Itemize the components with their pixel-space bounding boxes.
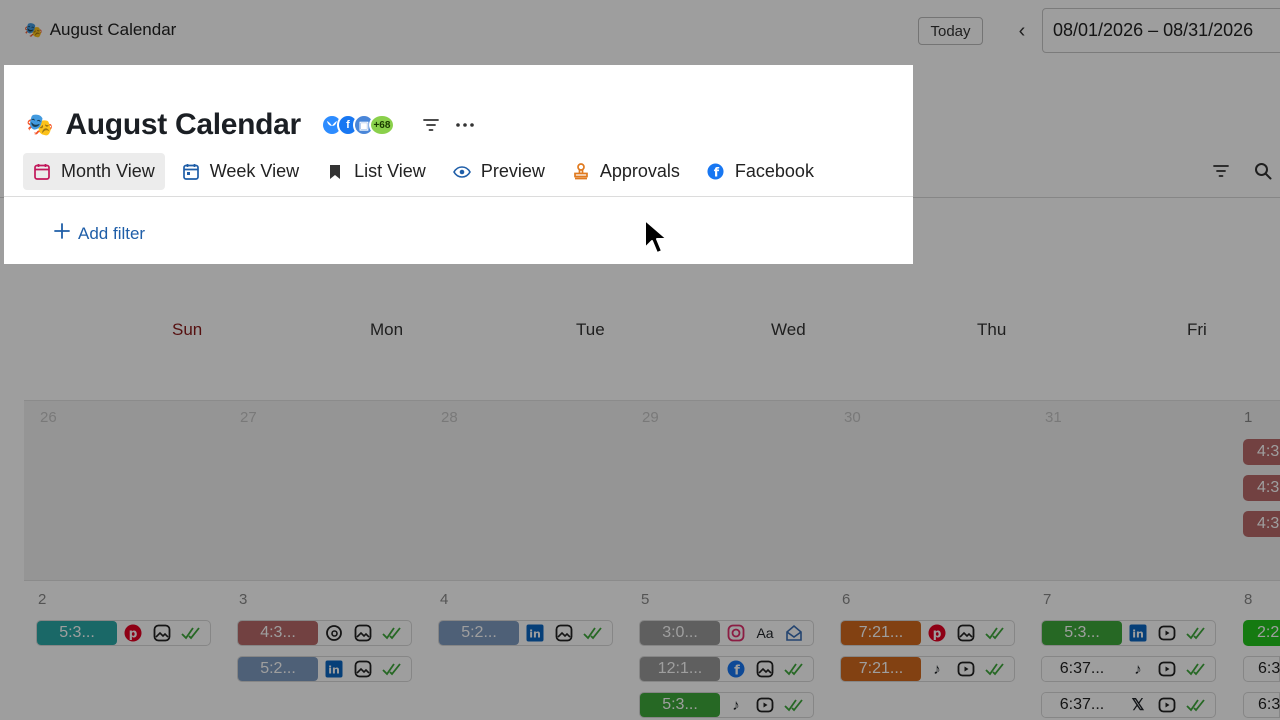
tab-label: Preview	[480, 161, 545, 181]
plus-icon	[54, 223, 70, 244]
tab-label: List View	[354, 161, 426, 181]
theater-emoji-icon: 🎭	[26, 112, 54, 137]
tab-facebook[interactable]: f Facebook	[697, 153, 824, 190]
facebook-icon: f	[707, 163, 725, 181]
tab-label: Approvals	[599, 161, 680, 181]
svg-text:f: f	[714, 166, 720, 180]
calendar-view-panel: 🎭 August Calendar f ▣ +68 Month View Wee…	[4, 65, 913, 264]
mouse-cursor-icon	[643, 218, 668, 261]
tab-label: Month View	[61, 161, 155, 181]
tab-week-view[interactable]: Week View	[172, 153, 309, 190]
panel-header: 🎭 August Calendar f ▣ +68	[26, 105, 479, 145]
more-options-icon[interactable]	[451, 111, 479, 139]
tab-label: Week View	[209, 161, 300, 181]
stamp-icon	[572, 163, 590, 181]
page-title: August Calendar	[65, 108, 301, 141]
tab-list-view[interactable]: List View	[316, 153, 436, 190]
tab-preview[interactable]: Preview	[443, 153, 555, 190]
tab-label: Facebook	[734, 161, 814, 181]
add-filter-label: Add filter	[78, 223, 146, 243]
add-filter-button[interactable]: Add filter	[54, 223, 145, 244]
calendar-icon	[33, 163, 51, 181]
channel-avatars[interactable]: f ▣ +68	[320, 114, 395, 136]
panel-divider	[4, 196, 913, 197]
tab-month-view[interactable]: Month View	[23, 153, 165, 190]
eye-icon	[452, 163, 471, 181]
bookmark-icon	[326, 163, 344, 181]
view-tabs: Month View Week View List View Preview A…	[23, 153, 831, 190]
tab-approvals[interactable]: Approvals	[562, 153, 690, 190]
calendar-icon	[182, 163, 200, 181]
avatar-overflow-count: +68	[368, 114, 395, 136]
filter-icon[interactable]	[417, 111, 445, 139]
